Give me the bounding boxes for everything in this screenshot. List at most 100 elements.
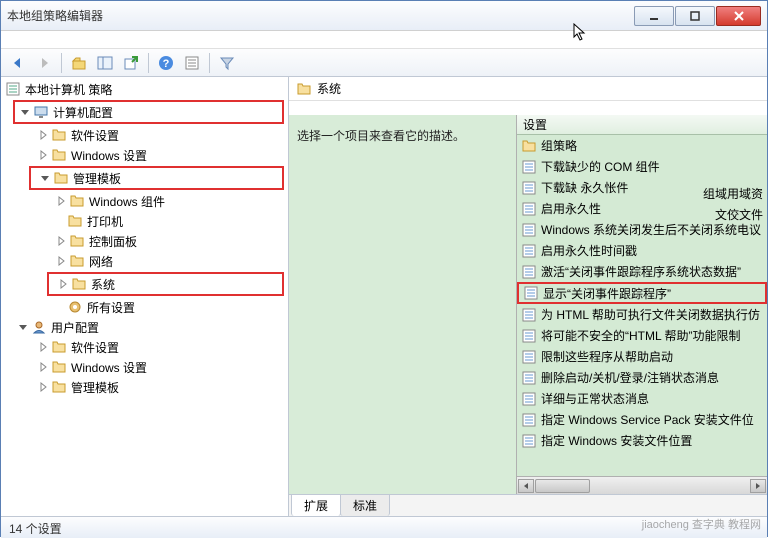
scroll-right-button[interactable] xyxy=(750,479,766,493)
extra-column-text: 组域用域资 xyxy=(703,185,763,202)
list-setting-item[interactable]: 下载缺少的 COM 组件 xyxy=(517,156,767,177)
watermark: jiaocheng 查字典 教程网 xyxy=(642,516,761,532)
list-setting-item[interactable]: 激活“关闭事件跟踪程序系统状态数据” xyxy=(517,261,767,282)
folder-icon xyxy=(69,194,85,208)
content-body: 选择一个项目来查看它的描述。 设置 组策略下载缺少的 COM 组件下载缺 永久怅… xyxy=(289,115,767,494)
setting-icon xyxy=(521,328,537,344)
list-item-label: 下载缺 永久怅件 xyxy=(541,179,628,196)
description-text: 选择一个项目来查看它的描述。 xyxy=(297,129,465,143)
tree-label: Windows 设置 xyxy=(71,359,147,376)
content-title: 系统 xyxy=(317,80,341,97)
setting-icon xyxy=(521,412,537,428)
show-hide-tree-button[interactable] xyxy=(94,52,116,74)
tab-standard[interactable]: 标准 xyxy=(340,494,390,516)
expander-closed-icon[interactable] xyxy=(37,381,49,393)
minimize-button[interactable] xyxy=(634,6,674,26)
expander-closed-icon[interactable] xyxy=(37,149,49,161)
tree-label: 用户配置 xyxy=(51,319,99,336)
tree-u-admin-templates[interactable]: 管理模板 xyxy=(1,377,288,397)
folder-icon xyxy=(51,148,67,162)
back-button[interactable] xyxy=(7,52,29,74)
tree-printers[interactable]: 打印机 xyxy=(1,211,288,231)
user-icon xyxy=(31,320,47,334)
forward-button[interactable] xyxy=(33,52,55,74)
expander-closed-icon[interactable] xyxy=(55,235,67,247)
tree-label: Windows 设置 xyxy=(71,147,147,164)
setting-icon xyxy=(521,222,537,238)
list-setting-item[interactable]: 为 HTML 帮助可执行文件关闭数据执行仿 xyxy=(517,304,767,325)
settings-list-column: 设置 组策略下载缺少的 COM 组件下载缺 永久怅件启用永久性Windows 系… xyxy=(517,115,767,494)
tree-software-settings[interactable]: 软件设置 xyxy=(1,125,288,145)
view-tabs: 扩展 标准 xyxy=(289,494,767,516)
folder-icon xyxy=(51,380,67,394)
horizontal-scrollbar[interactable] xyxy=(517,476,767,494)
list-setting-item[interactable]: 限制这些程序从帮助启动 xyxy=(517,346,767,367)
content-pane: 系统 选择一个项目来查看它的描述。 设置 组策略下载缺少的 COM 组件下载缺 … xyxy=(289,77,767,516)
list-folder-item[interactable]: 组策略 xyxy=(517,135,767,156)
tree-system[interactable]: 系统 xyxy=(49,274,282,294)
window-title: 本地组策略编辑器 xyxy=(7,7,634,24)
tree-windows-components[interactable]: Windows 组件 xyxy=(1,191,288,211)
tree-pane[interactable]: 本地计算机 策略 计算机配置 软件设置 Windows 设置 xyxy=(1,77,289,516)
extra-column-text: 文佼文件 xyxy=(715,206,763,223)
expander-open-icon[interactable] xyxy=(39,172,51,184)
tree-computer-config[interactable]: 计算机配置 xyxy=(15,102,282,122)
column-header-label: 设置 xyxy=(523,116,547,133)
expander-open-icon[interactable] xyxy=(19,106,31,118)
tree-u-windows-settings[interactable]: Windows 设置 xyxy=(1,357,288,377)
status-text: 14 个设置 xyxy=(9,522,62,536)
setting-icon xyxy=(521,243,537,259)
expander-closed-icon[interactable] xyxy=(37,361,49,373)
list-setting-item[interactable]: 详细与正常状态消息 xyxy=(517,388,767,409)
help-button[interactable]: ? xyxy=(155,52,177,74)
expander-open-icon[interactable] xyxy=(17,321,29,333)
list-setting-item[interactable]: 将可能不安全的“HTML 帮助”功能限制 xyxy=(517,325,767,346)
close-button[interactable] xyxy=(716,6,761,26)
setting-icon xyxy=(521,307,537,323)
up-button[interactable] xyxy=(68,52,90,74)
list-setting-item[interactable]: 显示“关闭事件跟踪程序” xyxy=(517,282,767,304)
svg-text:?: ? xyxy=(163,58,170,70)
tree-u-software-settings[interactable]: 软件设置 xyxy=(1,337,288,357)
list-setting-item[interactable]: 指定 Windows Service Pack 安装文件位 xyxy=(517,409,767,430)
tree-network[interactable]: 网络 xyxy=(1,251,288,271)
list-item-label: 将可能不安全的“HTML 帮助”功能限制 xyxy=(541,327,741,344)
folder-icon xyxy=(51,360,67,374)
filter-button[interactable] xyxy=(216,52,238,74)
list-item-label: 指定 Windows 安装文件位置 xyxy=(541,432,692,449)
expander-closed-icon[interactable] xyxy=(37,129,49,141)
list-item-label: Windows 系统关闭发生后不关闭系统电议 xyxy=(541,221,761,238)
expander-closed-icon[interactable] xyxy=(55,255,67,267)
folder-icon xyxy=(69,234,85,248)
folder-icon xyxy=(71,277,87,291)
setting-icon xyxy=(523,285,539,301)
tree-windows-settings[interactable]: Windows 设置 xyxy=(1,145,288,165)
tree-all-settings[interactable]: 所有设置 xyxy=(1,297,288,317)
list-setting-item[interactable]: 指定 Windows 安装文件位置 xyxy=(517,430,767,451)
scroll-thumb[interactable] xyxy=(535,479,590,493)
list-setting-item[interactable]: 删除启动/关机/登录/注销状态消息 xyxy=(517,367,767,388)
expander-closed-icon[interactable] xyxy=(37,341,49,353)
list-item-label: 删除启动/关机/登录/注销状态消息 xyxy=(541,369,719,386)
folder-icon xyxy=(67,214,83,228)
maximize-button[interactable] xyxy=(675,6,715,26)
expander-closed-icon[interactable] xyxy=(55,195,67,207)
tree-admin-templates[interactable]: 管理模板 xyxy=(31,168,282,188)
expander-closed-icon[interactable] xyxy=(57,278,69,290)
main-area: 本地计算机 策略 计算机配置 软件设置 Windows 设置 xyxy=(1,77,767,516)
tree-label: 本地计算机 策略 xyxy=(25,81,112,98)
highlight-computer-config: 计算机配置 xyxy=(13,100,284,124)
list-setting-item[interactable]: 启用永久性时间戳 xyxy=(517,240,767,261)
tree-user-config[interactable]: 用户配置 xyxy=(1,317,288,337)
properties-button[interactable] xyxy=(181,52,203,74)
tree-label: 管理模板 xyxy=(73,170,121,187)
setting-icon xyxy=(521,433,537,449)
tree-control-panel[interactable]: 控制面板 xyxy=(1,231,288,251)
list-item-label: 显示“关闭事件跟踪程序” xyxy=(543,285,671,302)
list-header-setting[interactable]: 设置 xyxy=(517,115,767,135)
tab-extended[interactable]: 扩展 xyxy=(291,494,341,516)
tree-root[interactable]: 本地计算机 策略 xyxy=(1,79,288,99)
export-button[interactable] xyxy=(120,52,142,74)
setting-icon xyxy=(521,159,537,175)
scroll-left-button[interactable] xyxy=(518,479,534,493)
